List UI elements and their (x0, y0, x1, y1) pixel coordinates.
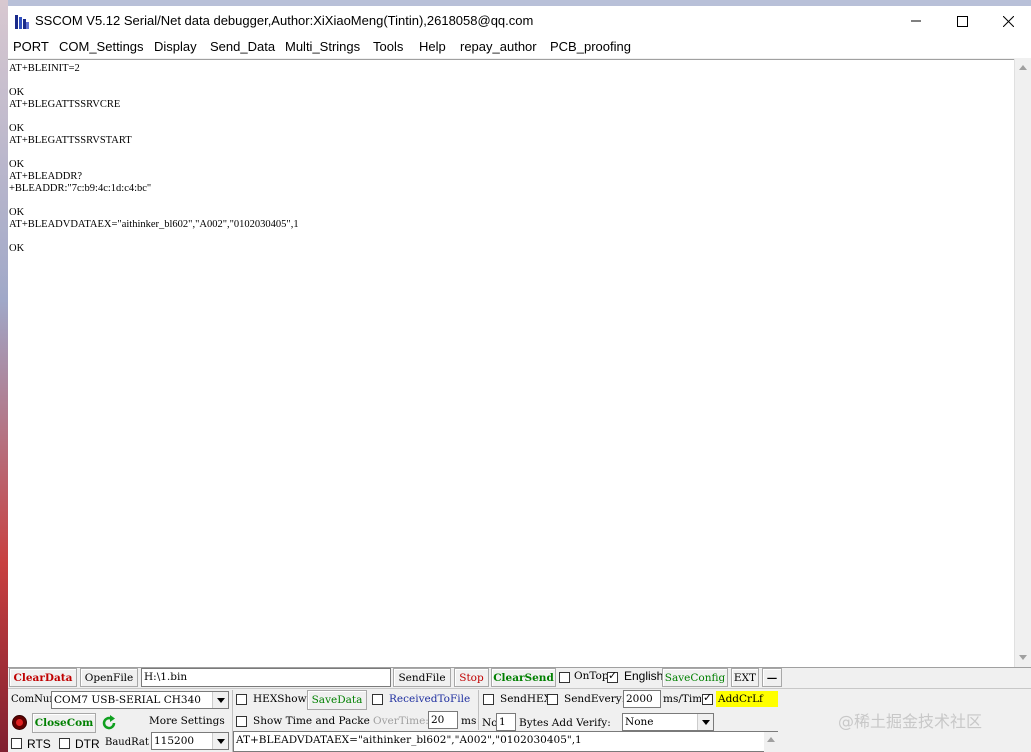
show-time-checkbox[interactable] (236, 716, 247, 727)
send-file-button[interactable]: SendFile (393, 668, 451, 687)
send-hex-checkbox[interactable] (483, 694, 494, 705)
menu-tools[interactable]: Tools (373, 39, 403, 54)
collapse-button[interactable]: — (762, 668, 782, 687)
sscom-window: SSCOM V5.12 Serial/Net data debugger,Aut… (8, 6, 1031, 752)
save-config-button[interactable]: SaveConfig (662, 668, 728, 687)
menu-pcb-proofing[interactable]: PCB_proofing (550, 39, 631, 54)
desktop-background (0, 0, 8, 752)
send-every-label: SendEvery: (564, 693, 626, 705)
hex-show-checkbox[interactable] (236, 694, 247, 705)
verify-select[interactable]: None (622, 713, 714, 731)
packet-no-input[interactable]: 1 (496, 713, 516, 731)
english-checkbox[interactable] (607, 669, 618, 683)
dtr-label: DTR (75, 737, 100, 751)
settings-separator (8, 688, 1031, 689)
verify-dropdown-icon[interactable] (697, 714, 713, 730)
minimize-button[interactable] (893, 6, 939, 36)
menu-display[interactable]: Display (154, 39, 197, 54)
baud-select[interactable]: 115200 (151, 732, 229, 750)
close-com-button[interactable]: CloseCom (32, 713, 96, 733)
refresh-icon[interactable] (100, 714, 118, 732)
overtime-label: OverTime: (373, 715, 429, 727)
baud-label: BaudRat (105, 737, 149, 748)
interval-unit-label: ms/Tim (663, 693, 701, 705)
send-input-scrollbar[interactable] (764, 732, 778, 752)
send-interval-input[interactable]: 2000 (623, 690, 661, 708)
window-title: SSCOM V5.12 Serial/Net data debugger,Aut… (35, 13, 534, 28)
menu-repay-author[interactable]: repay_author (460, 39, 537, 54)
open-file-button[interactable]: OpenFile (80, 668, 138, 687)
menu-help[interactable]: Help (419, 39, 446, 54)
baud-dropdown-icon[interactable] (212, 733, 228, 749)
watermark: @稀土掘金技术社区 (838, 712, 983, 731)
file-path-input[interactable]: H:\1.bin (141, 668, 391, 687)
clear-send-button[interactable]: ClearSend (491, 668, 556, 687)
send-text-input[interactable]: AT+BLEADVDATAEX="aithinker_bl602","A002"… (233, 731, 778, 752)
on-top-label: OnTop (574, 670, 609, 682)
clear-data-button[interactable]: ClearData (9, 668, 77, 687)
receive-area[interactable]: AT+BLEINIT=2 OK AT+BLEGATTSSRVCRE OK AT+… (8, 59, 1014, 668)
on-top-checkbox[interactable] (559, 672, 570, 683)
send-every-checkbox[interactable] (547, 694, 558, 705)
scroll-up-icon[interactable] (1019, 65, 1027, 70)
scroll-down-icon[interactable] (1019, 655, 1027, 660)
maximize-button[interactable] (939, 6, 985, 36)
rts-checkbox[interactable] (11, 738, 22, 749)
overtime-input[interactable]: 20 (428, 711, 458, 729)
save-data-button[interactable]: SaveData (307, 690, 367, 710)
receive-scrollbar[interactable] (1014, 59, 1031, 667)
menu-bar: PORT COM_Settings Display Send_Data Mult… (8, 36, 1031, 58)
hex-show-label: HEXShow (253, 693, 307, 705)
ext-button[interactable]: EXT (731, 668, 759, 687)
show-time-label: Show Time and Packe (253, 715, 370, 727)
send-hex-label: SendHEX (500, 693, 552, 705)
group-divider-2 (478, 690, 479, 730)
rts-label: RTS (27, 737, 51, 751)
overtime-ms-label: ms (461, 715, 477, 727)
received-to-file-label: ReceivedToFile (389, 693, 471, 705)
dtr-checkbox[interactable] (59, 738, 70, 749)
stop-record-icon[interactable] (12, 715, 27, 730)
comnum-value: COM7 USB-SERIAL CH340 (54, 694, 201, 706)
received-to-file-checkbox[interactable] (372, 694, 383, 705)
menu-port[interactable]: PORT (13, 39, 49, 54)
menu-com-settings[interactable]: COM_Settings (59, 39, 144, 54)
menu-send-data[interactable]: Send_Data (210, 39, 275, 54)
close-button[interactable] (985, 6, 1031, 36)
add-crlf-label: AddCrLf (716, 691, 778, 707)
comnum-select[interactable]: COM7 USB-SERIAL CH340 (51, 691, 229, 709)
stop-button[interactable]: Stop (454, 668, 489, 687)
verify-value: None (625, 716, 654, 728)
more-settings-label[interactable]: More Settings (149, 715, 225, 727)
english-label: English (624, 669, 664, 683)
baud-value: 115200 (154, 735, 195, 747)
add-crlf-checkbox[interactable] (702, 691, 713, 705)
bytes-verify-label: Bytes Add Verify: (519, 717, 611, 729)
send-text-value: AT+BLEADVDATAEX="aithinker_bl602","A002"… (236, 734, 582, 746)
comnum-dropdown-icon[interactable] (212, 692, 228, 708)
app-icon (14, 14, 30, 30)
receive-text: AT+BLEINIT=2 OK AT+BLEGATTSSRVCRE OK AT+… (9, 63, 299, 254)
menu-multi-strings[interactable]: Multi_Strings (285, 39, 360, 54)
title-bar[interactable]: SSCOM V5.12 Serial/Net data debugger,Aut… (8, 6, 1031, 36)
